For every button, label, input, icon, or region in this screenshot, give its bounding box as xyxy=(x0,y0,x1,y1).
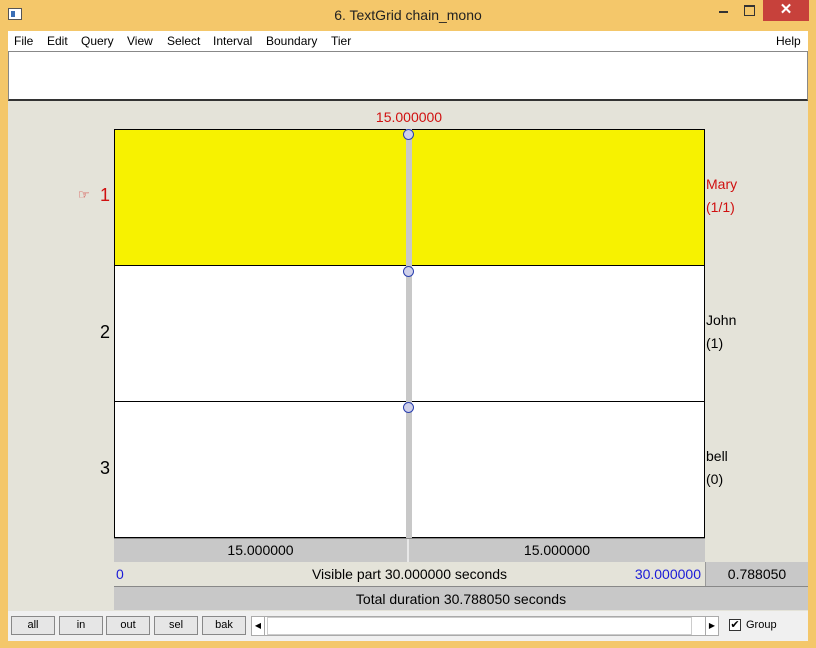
menu-select[interactable]: Select xyxy=(167,34,200,48)
menu-help[interactable]: Help xyxy=(776,34,801,48)
menu-file[interactable]: File xyxy=(14,34,33,48)
menu-edit[interactable]: Edit xyxy=(47,34,68,48)
zoom-out-button[interactable]: out xyxy=(106,616,150,635)
tier-2-name: John xyxy=(706,312,737,328)
menu-boundary[interactable]: Boundary xyxy=(266,34,317,48)
tier-2-boundary-marker[interactable] xyxy=(403,266,414,277)
tier-1-count: (1/1) xyxy=(706,199,735,215)
tier-2-number: 2 xyxy=(99,322,110,342)
visible-part-bar[interactable]: Visible part 30.000000 seconds 0 30.0000… xyxy=(114,562,705,586)
scroll-left-arrow-icon[interactable]: ◀ xyxy=(251,616,265,636)
interval-duration-left[interactable]: 15.000000 xyxy=(114,539,407,562)
group-label: Group xyxy=(746,619,777,631)
interval-text-field[interactable] xyxy=(8,51,808,101)
cursor-time-label: 15.000000 xyxy=(375,109,443,125)
menu-view[interactable]: View xyxy=(127,34,153,48)
menu-query[interactable]: Query xyxy=(81,34,114,48)
tier-2-count: (1) xyxy=(706,335,724,351)
interval-duration-bar: 15.000000 15.000000 xyxy=(114,538,705,562)
interval-duration-right[interactable]: 15.000000 xyxy=(409,539,705,562)
tier-3-boundary-marker[interactable] xyxy=(403,402,414,413)
zoom-back-button[interactable]: bak xyxy=(202,616,246,635)
time-cursor-line[interactable] xyxy=(406,129,412,538)
tier-1-name: Mary xyxy=(706,176,738,192)
menu-bar: File Edit Query View Select Interval Bou… xyxy=(8,31,808,51)
scroll-right-arrow-icon[interactable]: ▶ xyxy=(705,616,719,636)
zoom-all-button[interactable]: all xyxy=(11,616,55,635)
tier-1-number: 1 xyxy=(99,185,110,205)
remaining-duration[interactable]: 0.788050 xyxy=(705,562,808,586)
visible-start-time: 0 xyxy=(116,566,124,582)
minimize-button[interactable] xyxy=(710,0,736,20)
tier-3-name: bell xyxy=(706,448,728,464)
zoom-in-button[interactable]: in xyxy=(59,616,103,635)
visible-end-time: 30.000000 xyxy=(634,566,701,582)
maximize-button[interactable] xyxy=(736,0,762,20)
total-duration-bar[interactable]: Total duration 30.788050 seconds xyxy=(114,586,808,610)
close-button[interactable]: ✕ xyxy=(763,0,809,21)
tier-3-count: (0) xyxy=(706,471,724,487)
tier-3-number: 3 xyxy=(99,458,110,478)
tier-1-boundary-marker[interactable] xyxy=(403,129,414,140)
zoom-selection-button[interactable]: sel xyxy=(154,616,198,635)
scrollbar-thumb[interactable] xyxy=(267,617,692,635)
menu-tier[interactable]: Tier xyxy=(331,34,351,48)
group-checkbox[interactable]: ✔ xyxy=(729,619,741,631)
menu-interval[interactable]: Interval xyxy=(213,34,252,48)
window-title: 6. TextGrid chain_mono xyxy=(334,7,482,23)
visible-part-label: Visible part 30.000000 seconds xyxy=(311,566,508,582)
